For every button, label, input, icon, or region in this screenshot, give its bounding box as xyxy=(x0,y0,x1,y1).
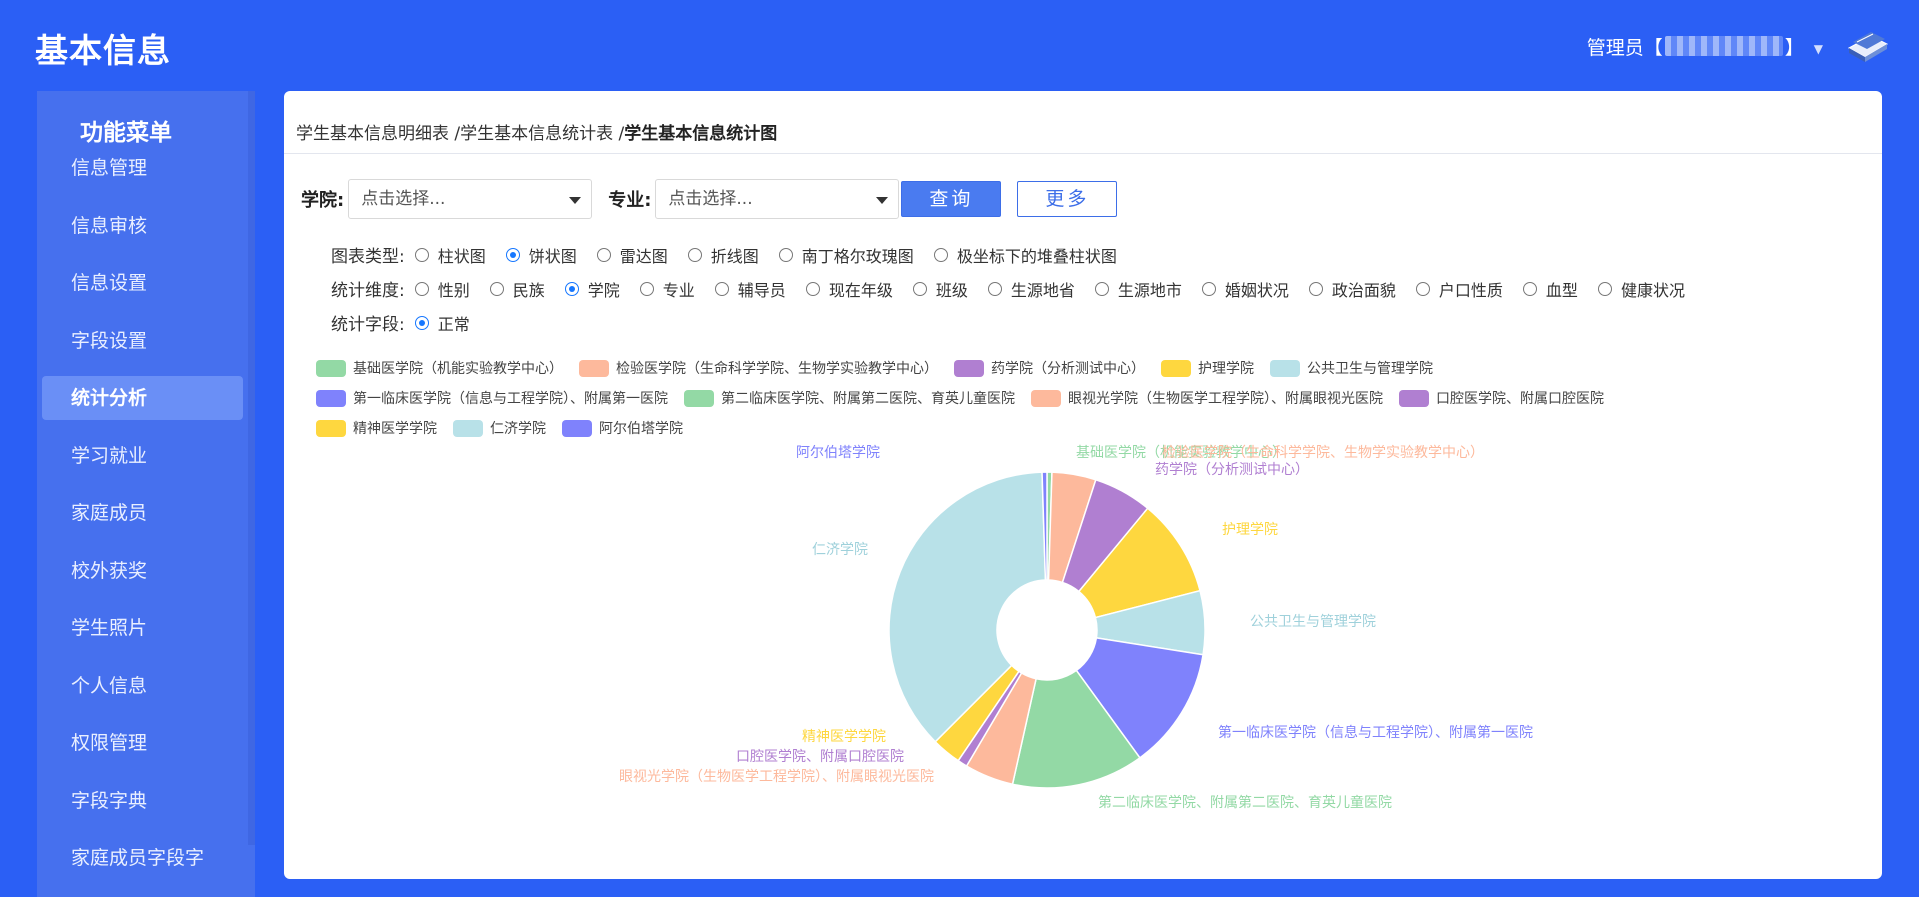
pie-slice-label: 公共卫生与管理学院 xyxy=(1250,614,1376,630)
app-title: 基本信息 xyxy=(35,31,171,70)
sidebar-item-info-manage[interactable]: 信息管理 xyxy=(42,146,243,190)
pie-slice-label: 检验医学院（生命科学学院、生物学实验教学中心） xyxy=(1162,444,1484,461)
sidebar-item-info-review[interactable]: 信息审核 xyxy=(42,204,243,248)
pie-slice-label: 药学院（分析测试中心） xyxy=(1155,462,1309,478)
user-menu[interactable]: 管理员【 】 ▼ xyxy=(1587,24,1891,68)
sidebar-item-field-settings[interactable]: 字段设置 xyxy=(42,319,243,363)
pie-slice-label: 第一临床医学院（信息与工程学院）、附属第一医院 xyxy=(1218,724,1533,741)
sidebar-scrollbar[interactable] xyxy=(248,91,255,845)
sidebar: 功能菜单 信息管理信息审核信息设置字段设置统计分析学习就业家庭成员校外获奖学生照… xyxy=(37,91,255,897)
sidebar-item-study-employment[interactable]: 学习就业 xyxy=(42,434,243,478)
sidebar-item-family-field-dict[interactable]: 家庭成员字段字 xyxy=(42,836,243,880)
sidebar-item-info-settings[interactable]: 信息设置 xyxy=(42,261,243,305)
sidebar-item-personal-info[interactable]: 个人信息 xyxy=(42,664,243,708)
pie-slice-label: 精神医学学院 xyxy=(802,729,886,745)
sidebar-menu: 信息管理信息审核信息设置字段设置统计分析学习就业家庭成员校外获奖学生照片个人信息… xyxy=(37,146,247,894)
user-name-redacted xyxy=(1664,36,1783,56)
pie-slice-label: 口腔医学院、附属口腔医院 xyxy=(736,749,904,765)
pie-slice-label: 阿尔伯塔学院 xyxy=(796,445,880,461)
pie-slice-label: 眼视光学院（生物医学工程学院）、附属眼视光医院 xyxy=(619,769,934,785)
pie-chart: 基础医学院（机能实验教学中心）检验医学院（生命科学学院、生物学实验教学中心）药学… xyxy=(619,444,1533,811)
sidebar-item-family-members[interactable]: 家庭成员 xyxy=(42,491,243,535)
book-icon[interactable] xyxy=(1845,26,1891,66)
pie-slice-label: 仁济学院 xyxy=(812,542,868,558)
sidebar-item-field-dictionary[interactable]: 字段字典 xyxy=(42,779,243,823)
user-label-tail: 】 xyxy=(1784,36,1804,59)
sidebar-item-statistics[interactable]: 统计分析 xyxy=(42,376,243,420)
sidebar-item-student-photos[interactable]: 学生照片 xyxy=(42,606,243,650)
sidebar-item-external-awards[interactable]: 校外获奖 xyxy=(42,549,243,593)
caret-down-icon[interactable]: ▼ xyxy=(1814,42,1823,56)
user-role-label: 管理员【 xyxy=(1586,36,1663,59)
pie-slice-label: 第二临床医学院、附属第二医院、育英儿童医院 xyxy=(1098,794,1392,811)
main-panel: 学生基本信息明细表 /学生基本信息统计表 /学生基本信息统计图 学院: 点击选择… xyxy=(284,91,1882,879)
pie-slice-label: 护理学院 xyxy=(1222,522,1278,538)
sidebar-title: 功能菜单 xyxy=(80,120,172,146)
sidebar-item-permissions[interactable]: 权限管理 xyxy=(42,721,243,765)
